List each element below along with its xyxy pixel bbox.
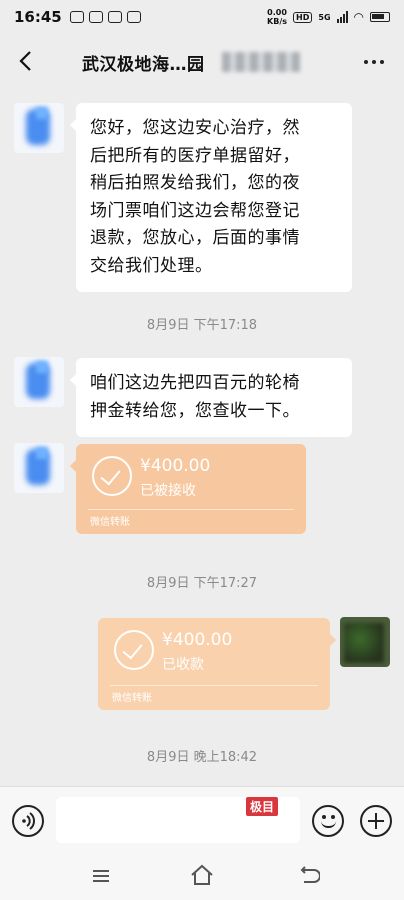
sender-avatar[interactable]	[14, 103, 64, 153]
transfer-card[interactable]: ¥400.00 已收款 微信转账	[98, 618, 330, 710]
message-line: 您好，您这边安心治疗，然	[90, 118, 300, 138]
timestamp: 8月9日 下午17:18	[146, 318, 258, 333]
status-right: 0.00 KB/s HD 5G ◠	[267, 8, 390, 26]
back-key-icon[interactable]	[298, 866, 320, 886]
chat-header: 武汉极地海…园	[0, 34, 404, 90]
check-icon	[92, 456, 132, 496]
transfer-label: 微信转账	[112, 693, 152, 704]
more-icon[interactable]	[364, 60, 384, 64]
network-type: 5G	[318, 12, 331, 22]
signal-icon	[336, 11, 348, 23]
message-line: 退款，您放心，后面的事情	[90, 228, 300, 248]
message-line: 稍后拍照发给我们，您的夜	[90, 173, 300, 193]
user-avatar[interactable]	[340, 617, 390, 667]
chat-title: 武汉极地海…园	[82, 55, 205, 75]
back-icon[interactable]	[18, 50, 32, 72]
wifi-icon: ◠	[353, 10, 364, 24]
app-icon	[107, 11, 122, 23]
transfer-label: 微信转账	[90, 517, 130, 528]
timestamp: 8月9日 下午17:27	[146, 576, 258, 591]
bubble-tail	[330, 634, 336, 646]
system-nav-bar	[0, 852, 404, 900]
alarm-icon	[69, 11, 84, 23]
transfer-status: 已收款	[162, 657, 204, 673]
message-line: 咱们这边先把四百元的轮椅	[90, 373, 300, 393]
voice-icon[interactable]	[12, 805, 44, 837]
message-line: 场门票咱们这边会帮您登记	[90, 200, 300, 221]
message-line: 押金转给您，您查收一下。	[90, 400, 300, 421]
battery-icon	[370, 12, 390, 22]
transfer-amount: ¥400.00	[140, 456, 211, 476]
status-time: 16:45	[14, 8, 62, 26]
sender-avatar[interactable]	[14, 443, 64, 493]
divider	[110, 685, 318, 686]
hd-icon: HD	[293, 11, 313, 23]
transfer-amount: ¥400.00	[162, 630, 233, 650]
message-line: 交给我们处理。	[90, 255, 213, 276]
message-bubble[interactable]: 咱们这边先把四百元的轮椅 押金转给您，您查收一下。	[70, 358, 352, 437]
input-bar: 极目	[0, 786, 404, 852]
transfer-status: 已被接收	[140, 483, 196, 499]
card-icon	[88, 11, 103, 23]
divider	[88, 509, 294, 510]
message-bubble[interactable]: 您好，您这边安心治疗，然 后把所有的医疗单据留好， 稍后拍照发给我们，您的夜 场…	[70, 103, 352, 292]
notification-icons	[69, 11, 141, 23]
status-bar: 16:45 0.00 KB/s HD 5G ◠	[0, 0, 404, 34]
plus-icon[interactable]	[360, 805, 392, 837]
message-line: 后把所有的医疗单据留好，	[90, 145, 300, 166]
check-icon	[114, 630, 154, 670]
home-icon[interactable]	[190, 864, 214, 886]
sender-avatar[interactable]	[14, 357, 64, 407]
watermark-logo: 极目	[246, 797, 279, 816]
menu-icon[interactable]	[93, 870, 109, 882]
mail-icon	[126, 11, 141, 23]
transfer-card[interactable]: ¥400.00 已被接收 微信转账	[70, 444, 306, 534]
net-speed: 0.00 KB/s	[267, 8, 288, 26]
timestamp: 8月9日 晚上18:42	[146, 750, 258, 765]
blurred-title-suffix	[222, 52, 300, 72]
emoji-icon[interactable]	[312, 805, 344, 837]
